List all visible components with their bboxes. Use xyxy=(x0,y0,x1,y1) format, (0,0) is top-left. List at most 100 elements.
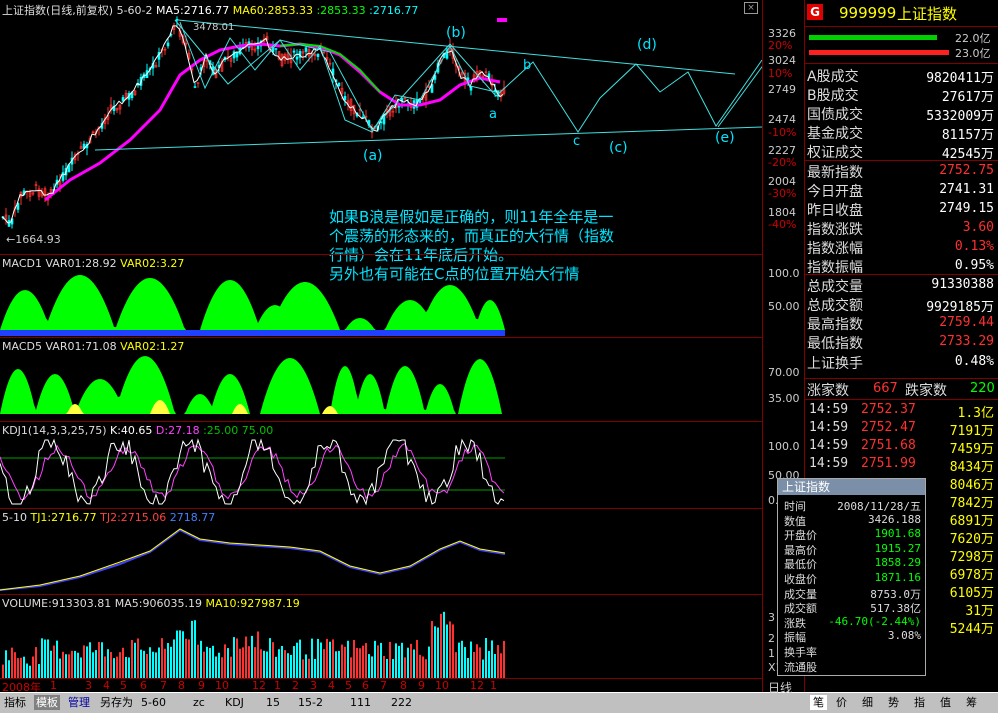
chart-close-icon[interactable]: × xyxy=(744,2,758,14)
data-window-key: 成交量 xyxy=(784,587,817,601)
quote-row-value: 91330388 xyxy=(931,277,994,293)
x-tick: 3 xyxy=(85,679,92,692)
volume-bar xyxy=(35,647,37,678)
volume-bar xyxy=(86,646,88,678)
volume-bar xyxy=(425,659,427,678)
panel-tab[interactable]: 值 xyxy=(940,695,951,710)
tick-row[interactable]: 14:59 2752.47 7191万 xyxy=(805,419,998,439)
volume-bar xyxy=(17,658,19,678)
panel-tab[interactable]: 细 xyxy=(862,695,873,710)
volume-bar xyxy=(365,643,367,678)
tick-row[interactable]: 14:59 2752.37 1.3亿 xyxy=(805,401,998,421)
volume-ma10: MA10:927987.19 xyxy=(205,597,300,610)
volume-bar xyxy=(71,650,73,678)
volume-bar xyxy=(194,620,196,678)
data-window-key: 振幅 xyxy=(784,631,806,645)
breadth-row: 涨家数 667 跌家数 220 xyxy=(805,378,998,400)
x-tick: 1 xyxy=(50,679,57,692)
quote-row: 总成交量 91330388 xyxy=(805,275,998,295)
volume-bar xyxy=(344,646,346,678)
toolbar-button[interactable]: 另存为 xyxy=(98,695,135,710)
x-tick: 6 xyxy=(362,679,369,692)
panel-tab[interactable]: 势 xyxy=(888,695,899,710)
toolbar-button[interactable]: 15 xyxy=(264,695,282,710)
volume-bar xyxy=(260,649,262,678)
toolbar-button[interactable]: KDJ xyxy=(223,695,246,710)
y-tick: 2749 xyxy=(768,83,796,96)
volume-bar xyxy=(308,658,310,678)
pane-separator xyxy=(0,594,762,595)
volume-bar xyxy=(461,640,463,678)
volume-bar xyxy=(458,642,460,678)
toolbar-button[interactable]: 模板 xyxy=(34,695,60,710)
annotation-line-3: 行情）会在11年底后开始。 xyxy=(329,246,514,264)
volume-bar xyxy=(389,641,391,678)
quote-row-label: 指数涨跌 xyxy=(807,221,863,238)
volume-bar xyxy=(500,653,502,678)
toolbar-button[interactable]: 5-60 xyxy=(139,695,168,710)
macd5-tick: 70.00 xyxy=(768,366,800,379)
volume-bar xyxy=(155,652,157,678)
quote-row: 上证换手 0.48% xyxy=(805,352,998,372)
panel-tab[interactable]: 指 xyxy=(914,695,925,710)
quote-row-label: 最新指数 xyxy=(807,164,863,181)
pane-separator xyxy=(0,254,762,255)
volume-bar xyxy=(293,646,295,678)
volume-bar xyxy=(281,646,283,678)
quote-row-value: 2741.31 xyxy=(939,181,994,197)
toolbar-button[interactable]: 222 xyxy=(389,695,414,710)
data-window-row: 最高价 1915.27 xyxy=(778,542,925,557)
tick-time: 14:59 xyxy=(809,402,849,417)
volume-bar xyxy=(299,639,301,678)
volume-bar xyxy=(167,643,169,678)
volume-bar xyxy=(134,642,136,678)
tick-time: 14:59 xyxy=(809,438,849,453)
data-window[interactable]: 上证指数 时间 2008/11/28/五 数值 3426.188 开盘价 1901.68 最… xyxy=(777,478,926,676)
toolbar-button[interactable]: 指标 xyxy=(2,695,28,710)
volume-bar xyxy=(176,630,178,678)
volume-bar xyxy=(236,638,238,678)
x-tick: 10 xyxy=(435,679,449,692)
volume-bar xyxy=(341,644,343,678)
wave-label-c-paren: (c) xyxy=(609,140,628,156)
volume-bar xyxy=(65,654,67,678)
tj-canvas xyxy=(0,528,506,591)
volume-bar xyxy=(125,656,127,678)
buy-bar xyxy=(809,35,937,40)
y-tick: 3024 xyxy=(768,54,796,67)
quote-row: 最低指数 2733.29 xyxy=(805,332,998,352)
volume-bar xyxy=(311,638,313,678)
tick-row[interactable]: 14:59 2751.68 7459万 xyxy=(805,437,998,457)
toolbar-button[interactable]: 15-2 xyxy=(296,695,325,710)
volume-bar xyxy=(404,657,406,678)
volume-bar xyxy=(377,645,379,678)
volume-bar xyxy=(455,652,457,678)
quote-row-value: 0.48% xyxy=(954,353,994,369)
toolbar-button[interactable]: zc xyxy=(191,695,207,710)
volume-bar xyxy=(32,656,34,678)
panel-tab[interactable]: 筹 xyxy=(966,695,977,710)
volume-bar xyxy=(23,656,25,678)
x-tick: 8 xyxy=(178,679,185,692)
quote-row-value: 2749.15 xyxy=(939,200,994,216)
daily-label[interactable]: 日线 xyxy=(768,679,792,696)
data-window-row: 换手率 xyxy=(778,644,925,659)
volume-bar xyxy=(257,631,259,678)
volume-bar xyxy=(200,640,202,678)
panel-tab[interactable]: 价 xyxy=(836,695,847,710)
volume-bar xyxy=(248,646,250,678)
macd5-tick: 35.00 xyxy=(768,392,800,405)
volume-bar xyxy=(41,638,43,678)
volume-bar xyxy=(347,640,349,678)
data-window-row: 开盘价 1901.68 xyxy=(778,527,925,542)
toolbar-button[interactable]: 111 xyxy=(348,695,373,710)
data-window-title[interactable]: 上证指数 xyxy=(778,479,925,495)
data-window-key: 最低价 xyxy=(784,558,817,572)
data-window-row: 最低价 1858.29 xyxy=(778,556,925,571)
toolbar-button[interactable]: 管理 xyxy=(66,695,92,710)
panel-tab[interactable]: 笔 xyxy=(810,695,827,710)
sell-bar-label: 23.0亿 xyxy=(955,47,991,60)
volume-bar xyxy=(428,646,430,678)
volume-bar xyxy=(44,639,46,678)
tick-row[interactable]: 14:59 2751.99 8434万 xyxy=(805,455,998,475)
